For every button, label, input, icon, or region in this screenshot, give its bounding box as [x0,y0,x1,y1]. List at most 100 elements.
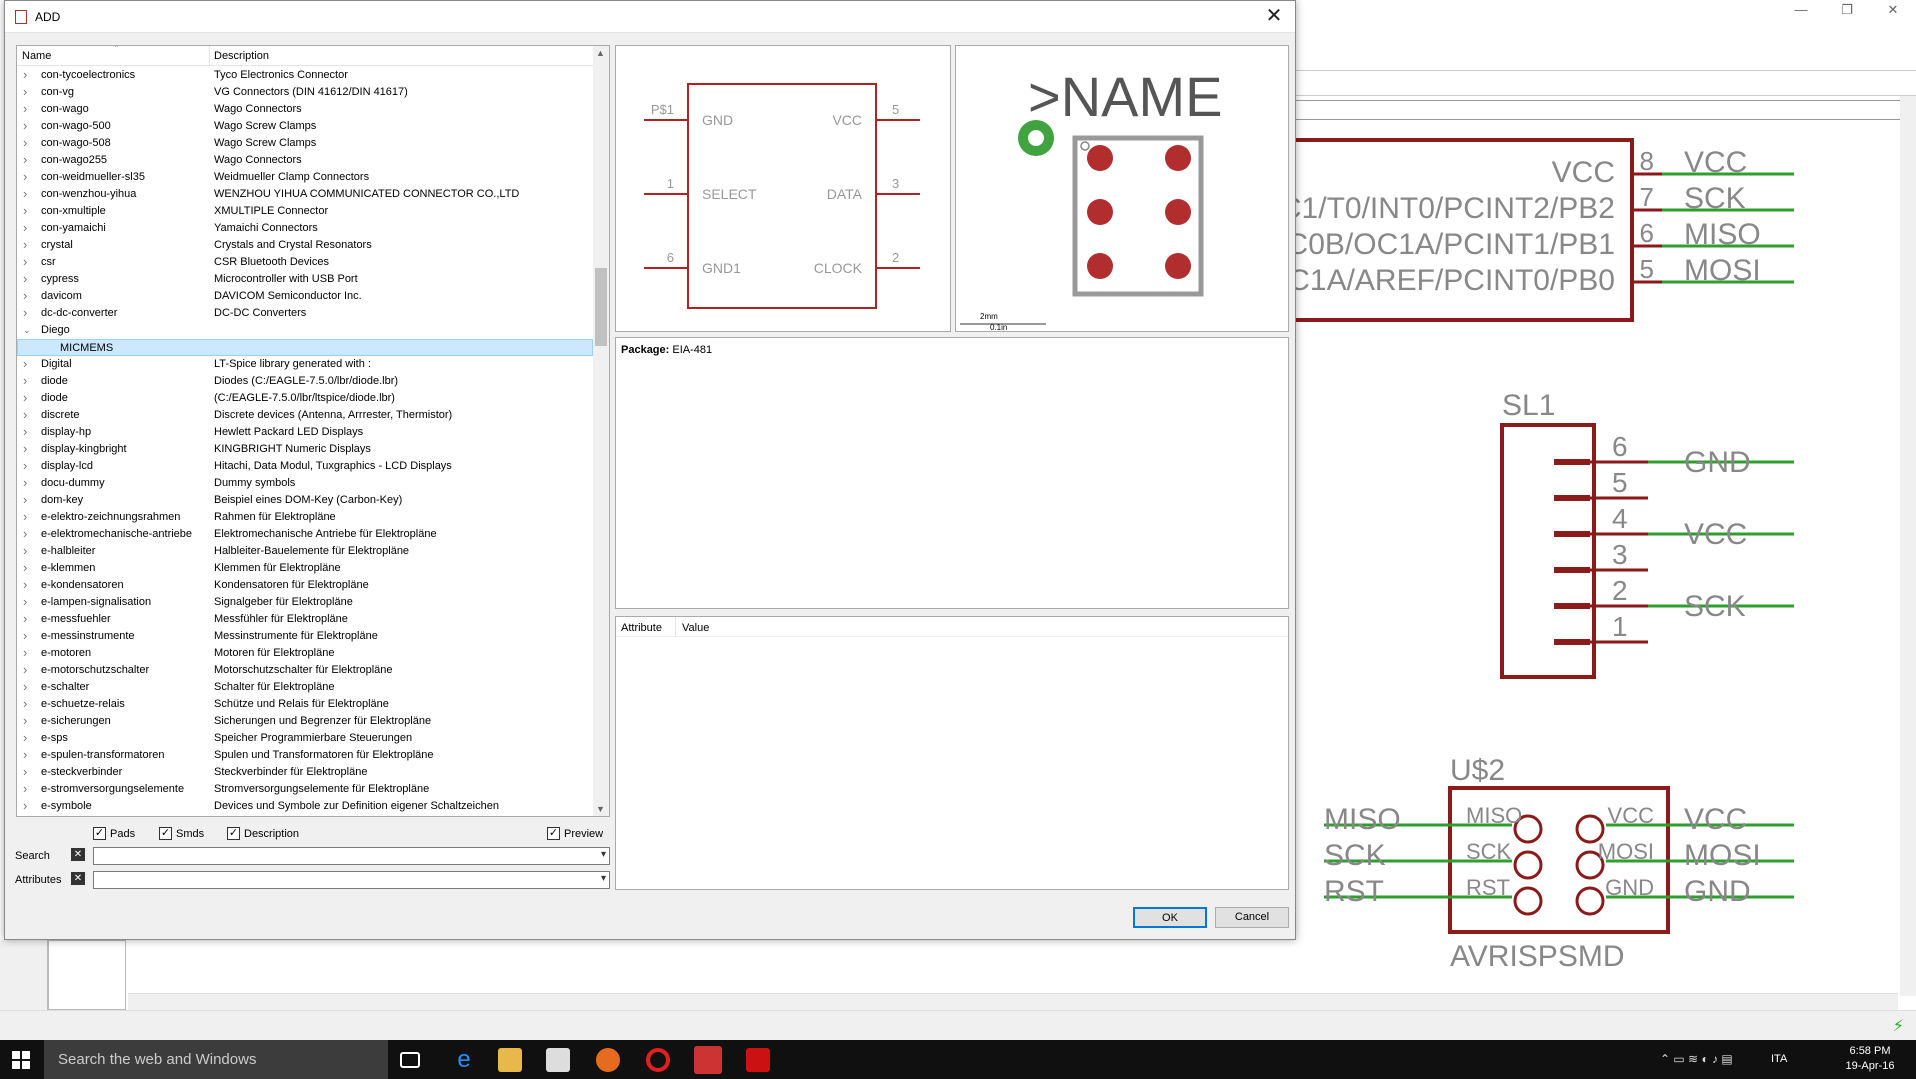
expand-chevron-icon[interactable]: › [23,202,27,219]
expand-chevron-icon[interactable]: › [23,389,27,406]
expand-chevron-icon[interactable]: › [23,712,27,729]
tree-row[interactable]: › e-sicherungen Sicherungen und Begrenzer … [17,713,593,730]
library-tree[interactable]: Name ⌃ Description › con-tycoelectronics T… [16,45,610,817]
close-icon[interactable]: ✕ [1870,0,1916,22]
tree-row[interactable]: › con-wago-508 Wago Screw Clamps [17,135,593,152]
tree-row[interactable]: › e-lampen-signalisation Signalgeber für E… [17,594,593,611]
column-header-value[interactable]: Value [682,622,709,634]
description-checkbox[interactable]: ✓ Description [227,827,299,840]
edge-browser-icon[interactable]: e [452,1048,476,1072]
opera-icon[interactable] [646,1048,670,1072]
expand-chevron-icon[interactable]: › [23,117,27,134]
tree-row[interactable]: › csr CSR Bluetooth Devices [17,254,593,271]
attributes-input[interactable]: ▾ [93,871,610,889]
expand-chevron-icon[interactable]: › [23,763,27,780]
chevron-down-icon[interactable]: ▾ [601,873,606,884]
language-indicator[interactable]: ITA [1771,1053,1787,1065]
column-header-name[interactable]: Name [22,50,51,62]
smds-checkbox[interactable]: ✓ Smds [159,827,204,840]
tree-vertical-scrollbar[interactable]: ▲ ▼ [593,46,609,816]
tree-row[interactable]: › display-hp Hewlett Packard LED Displays [17,424,593,441]
collapse-chevron-icon[interactable]: ⌄ [23,322,31,339]
tree-row[interactable]: › e-klemmen Klemmen für Elektropläne [17,560,593,577]
tree-row[interactable]: › e-elektro-zeichnungsrahmen Rahmen für El… [17,509,593,526]
tree-row[interactable]: › e-kondensatoren Kondensatoren für Elektr… [17,577,593,594]
expand-chevron-icon[interactable]: › [23,185,27,202]
tree-row[interactable]: › con-weidmueller-sl35 Weidmueller Clamp C… [17,169,593,186]
tree-row[interactable]: › diode Diodes (C:/EAGLE-7.5.0/lbr/diode.l… [17,373,593,390]
expand-chevron-icon[interactable]: › [23,423,27,440]
expand-chevron-icon[interactable]: › [23,729,27,746]
canvas-vertical-scrollbar[interactable] [1900,96,1916,996]
minimize-icon[interactable]: — [1778,0,1824,22]
taskbar-clock[interactable]: 6:58 PM 19-Apr-16 [1838,1044,1902,1074]
clear-attributes-icon[interactable]: ✕ [71,872,85,885]
tree-row[interactable]: › e-stromversorgungselemente Stromversorgu… [17,781,593,798]
tree-row[interactable]: › davicom DAVICOM Semiconductor Inc. [17,288,593,305]
column-divider[interactable] [209,46,210,66]
expand-chevron-icon[interactable]: › [23,797,27,814]
tree-row[interactable]: › dom-key Beispiel eines DOM-Key (Carbon-K… [17,492,593,509]
expand-chevron-icon[interactable]: › [23,525,27,542]
windows-start-icon[interactable] [12,1051,30,1069]
expand-chevron-icon[interactable]: › [23,457,27,474]
chevron-down-icon[interactable]: ▾ [601,849,606,860]
tree-row[interactable]: › e-messfuehler Messfühler für Elektroplän… [17,611,593,628]
tree-row[interactable]: › crystal Crystals and Crystal Resonators [17,237,593,254]
expand-chevron-icon[interactable]: › [23,66,27,83]
tray-icons[interactable]: ⌃ ▭ ≋ ◐ ♪ ▤ [1660,1052,1733,1066]
expand-chevron-icon[interactable]: › [23,287,27,304]
tree-row[interactable]: › dc-dc-converter DC-DC Converters [17,305,593,322]
firefox-icon[interactable] [596,1048,620,1072]
column-header-attribute[interactable]: Attribute [621,622,662,634]
expand-chevron-icon[interactable]: › [23,406,27,423]
tree-row[interactable]: › e-halbleiter Halbleiter-Bauelemente für … [17,543,593,560]
tree-row[interactable]: › e-steckverbinder Steckverbinder für Elek… [17,764,593,781]
expand-chevron-icon[interactable]: › [23,134,27,151]
tree-row[interactable]: › display-kingbright KINGBRIGHT Numeric Di… [17,441,593,458]
tree-row[interactable]: › con-vg VG Connectors (DIN 41612/DIN 4161… [17,84,593,101]
expand-chevron-icon[interactable]: › [23,474,27,491]
tree-row[interactable]: › con-wenzhou-yihua WENZHOU YIHUA COMMUNIC… [17,186,593,203]
expand-chevron-icon[interactable]: › [23,695,27,712]
dialog-titlebar[interactable]: ADD ✕ [5,1,1295,33]
clear-search-icon[interactable]: ✕ [71,848,85,861]
scroll-thumb[interactable] [595,268,607,346]
tree-row[interactable]: › e-sps Speicher Programmierbare Steuerung… [17,730,593,747]
expand-chevron-icon[interactable]: › [23,780,27,797]
expand-chevron-icon[interactable]: › [23,440,27,457]
ok-button[interactable]: OK [1133,907,1207,928]
pdf-reader-icon[interactable] [746,1048,770,1072]
eagle-taskbar-icon[interactable] [694,1046,722,1074]
tree-row[interactable]: › discrete Discrete devices (Antenna, Arrr… [17,407,593,424]
tree-row[interactable]: › display-lcd Hitachi, Data Modul, Tuxgrap… [17,458,593,475]
expand-chevron-icon[interactable]: › [23,576,27,593]
tree-row[interactable]: › diode (C:/EAGLE-7.5.0/lbr/ltspice/diode.… [17,390,593,407]
background-combo[interactable]: ⌄ [1290,100,1916,120]
expand-chevron-icon[interactable]: › [23,372,27,389]
task-view-icon[interactable] [400,1052,420,1068]
tree-row[interactable]: › con-tycoelectronics Tyco Electronics Con… [17,67,593,84]
taskbar-search-box[interactable]: Search the web and Windows [44,1040,388,1079]
cancel-button[interactable]: Cancel [1215,907,1289,928]
tree-row[interactable]: › con-xmultiple XMULTIPLE Connector [17,203,593,220]
expand-chevron-icon[interactable]: › [23,151,27,168]
tree-row[interactable]: › docu-dummy Dummy symbols [17,475,593,492]
restore-icon[interactable]: ❐ [1824,0,1870,22]
canvas-horizontal-scrollbar[interactable] [128,993,1898,1010]
scroll-down-icon[interactable]: ▼ [596,804,605,814]
tree-row[interactable]: › e-symbole Devices und Symbole zur Defini… [17,798,593,815]
expand-chevron-icon[interactable]: › [23,542,27,559]
expand-chevron-icon[interactable]: › [23,678,27,695]
tree-row[interactable]: › e-spulen-transformatoren Spulen und Tran… [17,747,593,764]
expand-chevron-icon[interactable]: › [23,236,27,253]
tree-row[interactable]: ⌄ Diego [17,322,593,339]
column-divider[interactable] [675,617,676,637]
store-icon[interactable] [546,1048,570,1072]
expand-chevron-icon[interactable]: › [23,355,27,372]
expand-chevron-icon[interactable]: › [23,219,27,236]
tree-row[interactable]: › con-yamaichi Yamaichi Connectors [17,220,593,237]
expand-chevron-icon[interactable]: › [23,746,27,763]
schematic-canvas[interactable]: VCC 8 VCCC1/T0/INT0/PCINT2/PB2 7 SCKDC0B/OC1… [1292,120,1900,990]
tree-row[interactable]: › con-wago255 Wago Connectors [17,152,593,169]
